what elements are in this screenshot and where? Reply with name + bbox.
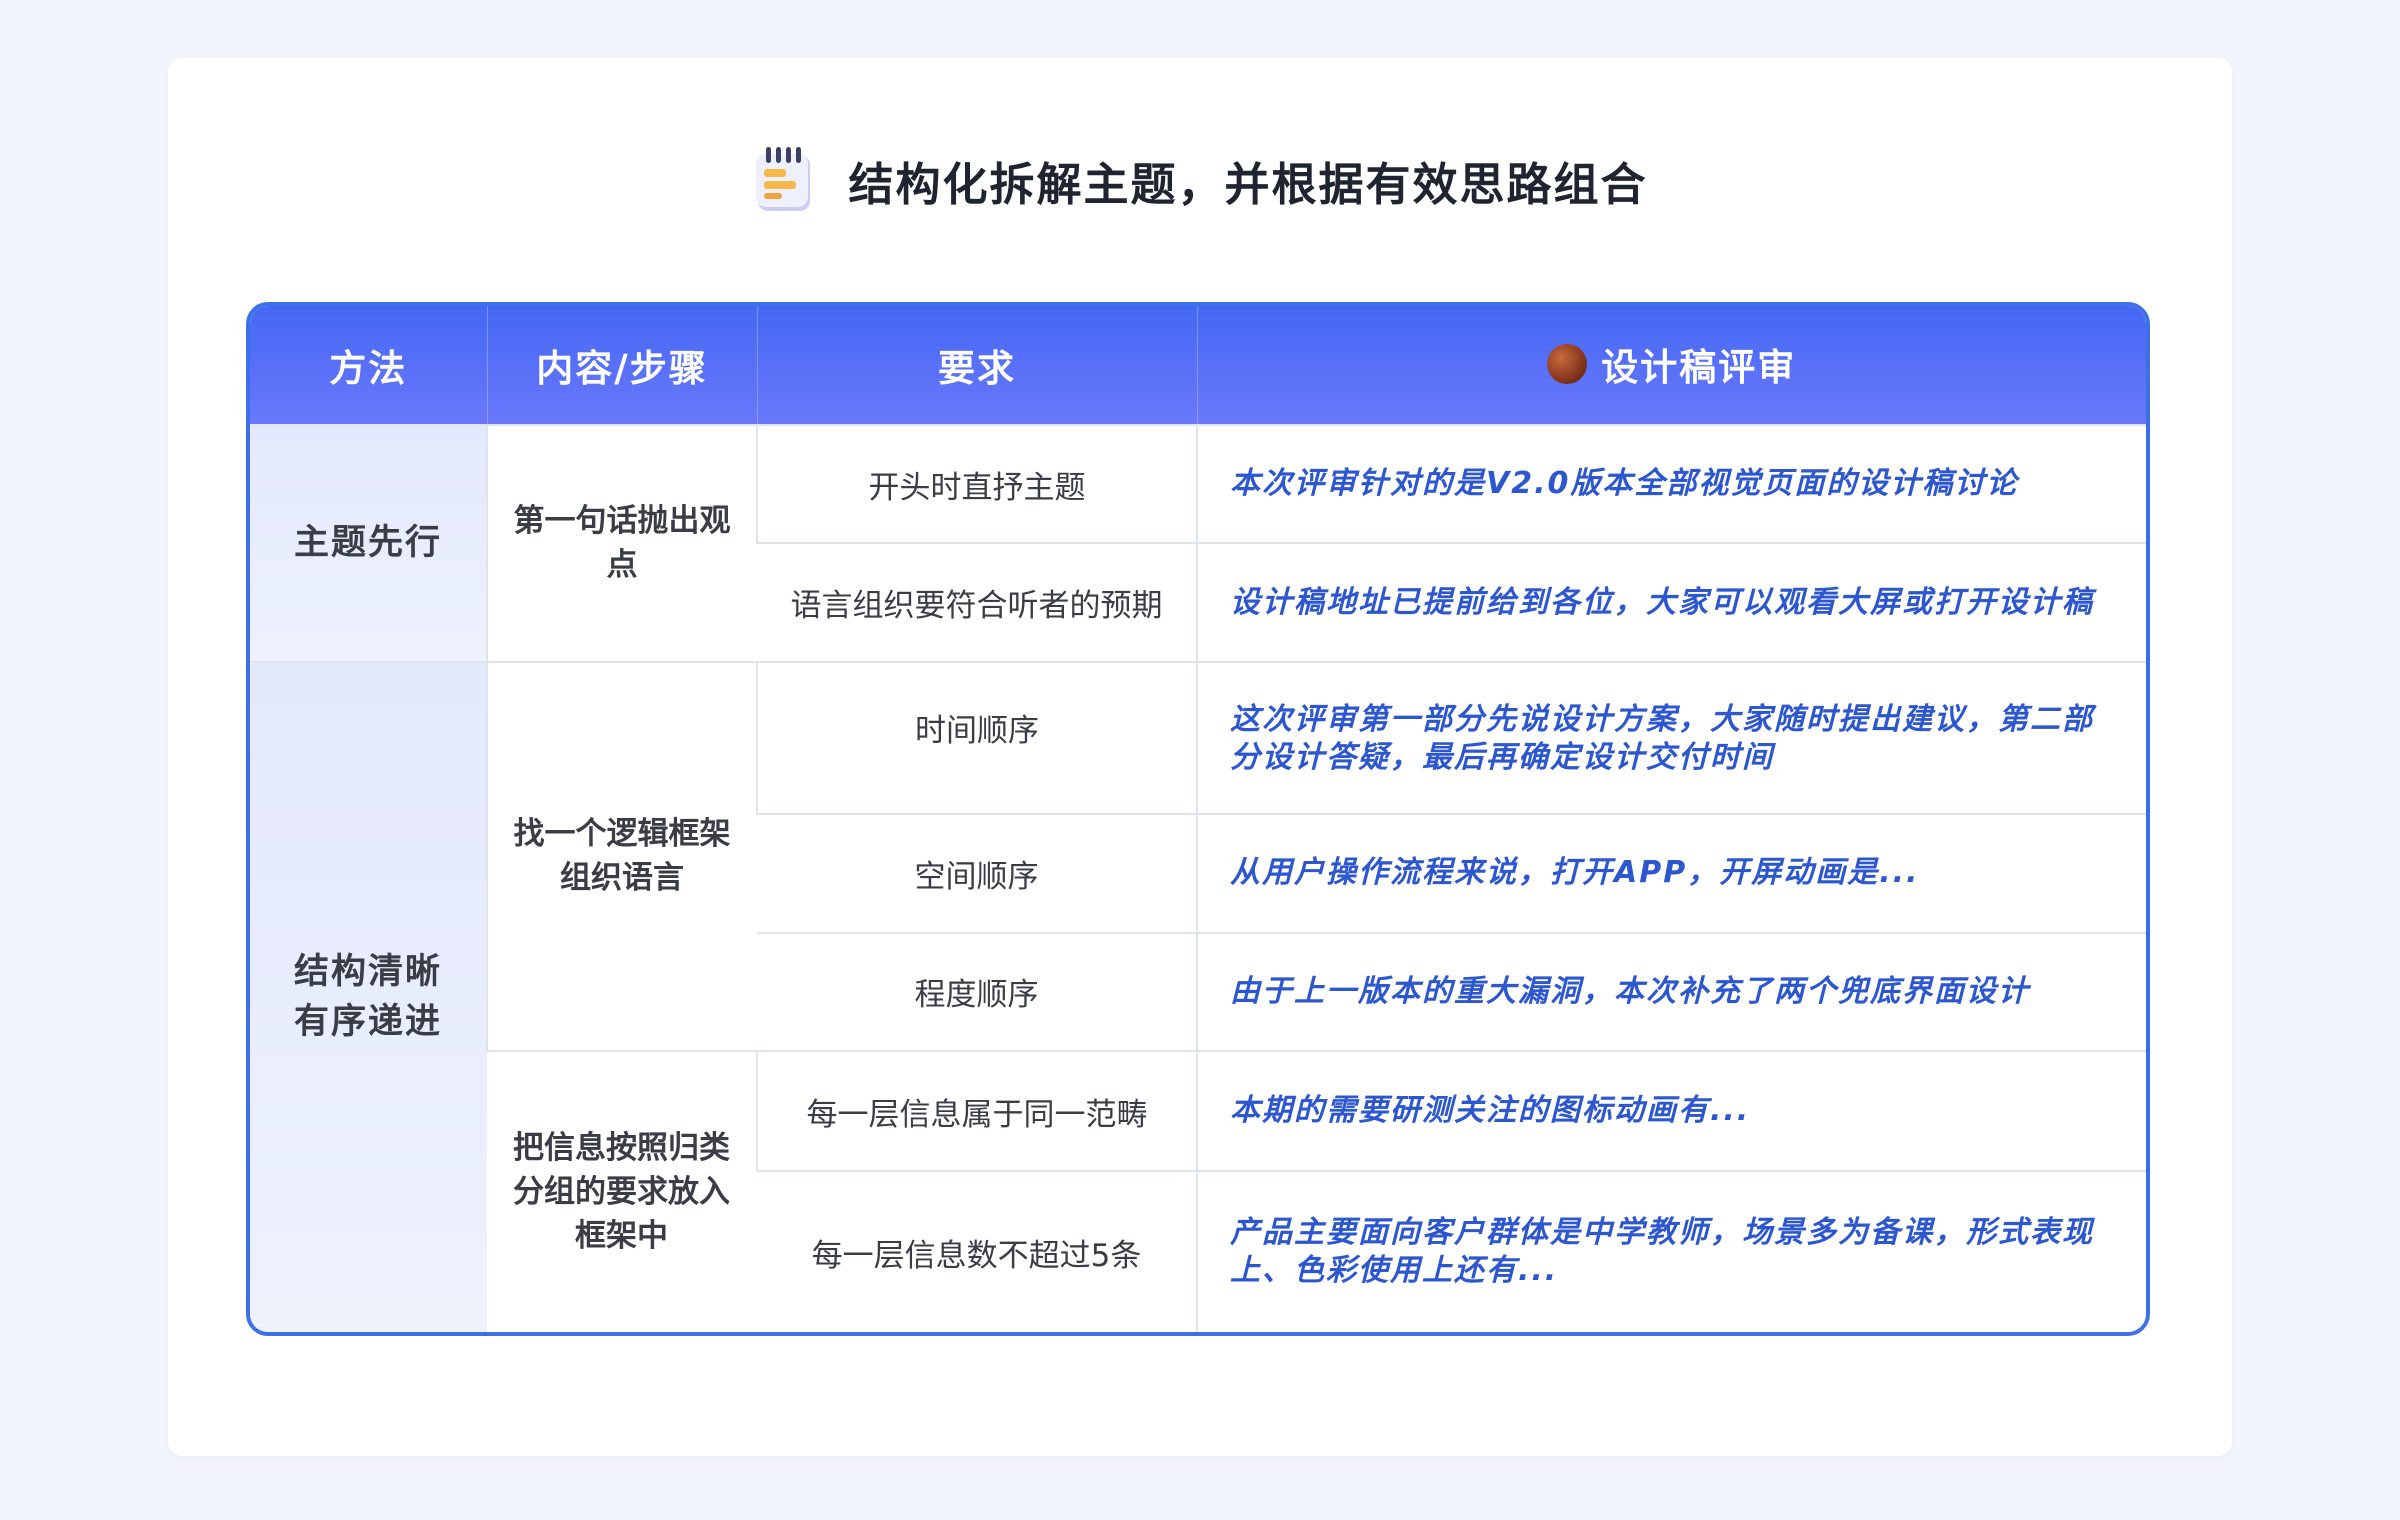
table-row: 结构清晰 有序递进 找一个逻辑框架 组织语言 时间顺序 这次评审第一部分先说设计…: [250, 660, 2146, 1332]
requirement-cell: 开头时直抒主题: [756, 423, 1197, 544]
review-cell: 这次评审第一部分先说设计方案，大家随时提出建议，第二部 分设计答疑，最后再确定设…: [1196, 660, 2146, 815]
review-line: 本期的需要研测关注的图标动画有...: [1230, 1093, 1751, 1129]
method-cell: 结构清晰 有序递进: [250, 660, 487, 1332]
title-row: 结构化拆解主题，并根据有效思路组合: [0, 140, 2400, 220]
content-line: 框架中: [575, 1218, 668, 1255]
review-line: 由于上一版本的重大漏洞，本次补充了两个兜底界面设计: [1230, 973, 2030, 1009]
method-table: 方法 内容/步骤 要求 设计稿评审 主题先行 第一句话抛出观 点 开头时直抒主题…: [246, 302, 2150, 1336]
review-line: 上、色彩使用上还有...: [1230, 1253, 1559, 1289]
review-cell: 本期的需要研测关注的图标动画有...: [1196, 1050, 2146, 1172]
requirement-cell: 时间顺序: [756, 660, 1197, 815]
content-line: 把信息按照归类: [513, 1130, 730, 1167]
notepad-icon: [756, 147, 811, 211]
content-cell: 找一个逻辑框架 组织语言: [486, 660, 757, 1052]
review-cell: 产品主要面向客户群体是中学教师，场景多为备课，形式表现 上、色彩使用上还有...: [1196, 1170, 2146, 1332]
content-cell: 把信息按照归类 分组的要求放入 框架中: [487, 1050, 757, 1332]
method-label: 主题先行: [293, 523, 442, 564]
content-line: 组织语言: [560, 860, 684, 897]
review-line: 分设计答疑，最后再确定设计交付时间: [1230, 739, 1774, 775]
page-title: 结构化拆解主题，并根据有效思路组合: [848, 157, 1648, 211]
requirement-cell: 程度顺序: [757, 931, 1197, 1052]
avatar-icon: [1547, 344, 1588, 384]
review-line: 本次评审针对的是V2.0版本全部视觉页面的设计稿讨论: [1230, 466, 2019, 502]
header-content: 内容/步骤: [486, 306, 757, 425]
table-row: 把信息按照归类 分组的要求放入 框架中 每一层信息属于同一范畴 本期的需要研测关…: [250, 1050, 2146, 1332]
header-method: 方法: [250, 306, 487, 425]
header-review: 设计稿评审: [1196, 306, 2146, 425]
content-line: 点: [606, 547, 638, 584]
table-row: 主题先行 第一句话抛出观 点 开头时直抒主题 本次评审针对的是V2.0版本全部视…: [250, 423, 2146, 662]
review-cell: 本次评审针对的是V2.0版本全部视觉页面的设计稿讨论: [1196, 423, 2146, 544]
requirement-cell: 语言组织要符合听者的预期: [757, 542, 1197, 662]
method-line: 有序递进: [293, 1002, 442, 1043]
review-line: 从用户操作流程来说，打开APP，开屏动画是...: [1230, 855, 1920, 891]
requirement-cell: 每一层信息数不超过5条: [757, 1170, 1197, 1332]
header-requirement: 要求: [756, 306, 1197, 425]
content-cell: 第一句话抛出观 点: [486, 424, 757, 662]
method-cell: 主题先行: [250, 424, 487, 662]
requirement-cell: 每一层信息属于同一范畴: [756, 1050, 1197, 1172]
review-cell: 设计稿地址已提前给到各位，大家可以观看大屏或打开设计稿: [1196, 542, 2146, 662]
header-review-label: 设计稿评审: [1601, 346, 1797, 389]
requirement-cell: 空间顺序: [757, 813, 1197, 933]
review-cell: 从用户操作流程来说，打开APP，开屏动画是...: [1196, 813, 2146, 933]
review-cell: 由于上一版本的重大漏洞，本次补充了两个兜底界面设计: [1196, 931, 2146, 1052]
method-line: 结构清晰: [293, 952, 442, 993]
review-line: 产品主要面向客户群体是中学教师，场景多为备课，形式表现: [1230, 1215, 2094, 1251]
content-line: 第一句话抛出观: [513, 503, 731, 540]
review-line: 这次评审第一部分先说设计方案，大家随时提出建议，第二部: [1230, 701, 2094, 737]
review-line: 设计稿地址已提前给到各位，大家可以观看大屏或打开设计稿: [1230, 584, 2094, 620]
content-line: 分组的要求放入: [513, 1174, 730, 1211]
table: 方法 内容/步骤 要求 设计稿评审 主题先行 第一句话抛出观 点 开头时直抒主题…: [250, 306, 2146, 1332]
table-header-row: 方法 内容/步骤 要求 设计稿评审: [250, 306, 2146, 425]
content-line: 找一个逻辑框架: [513, 816, 731, 853]
